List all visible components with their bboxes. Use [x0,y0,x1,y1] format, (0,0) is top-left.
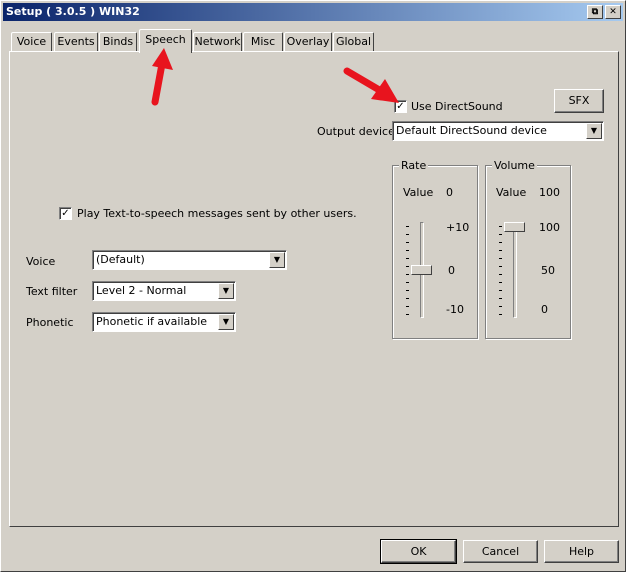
volume-tick-mid-label: 50 [541,264,555,277]
ok-button-label: OK [410,545,427,558]
sfx-button-label: SFX [568,94,590,107]
voice-label: Voice [26,255,56,268]
tab-label: Voice [16,35,47,48]
phonetic-label: Phonetic [26,316,74,329]
tab-label: Global [335,35,372,48]
tab-label: Events [57,35,95,48]
rate-slider-thumb[interactable] [411,265,432,275]
text-filter-value: Level 2 - Normal [96,284,187,297]
close-icon: ✕ [609,7,617,17]
chevron-down-icon[interactable]: ▼ [218,283,234,299]
restore-button[interactable]: ⧉ [587,5,603,19]
close-button[interactable]: ✕ [605,5,621,19]
rate-tick-top-label: +10 [446,221,470,234]
title-bar: Setup ( 3.0.5 ) WIN32 ⧉ ✕ [3,3,623,21]
chevron-down-icon[interactable]: ▼ [269,252,285,268]
help-button[interactable]: Help [544,540,619,563]
volume-tick-bottom-label: 0 [541,303,548,316]
text-filter-select[interactable]: Level 2 - Normal ▼ [92,281,236,301]
volume-value-label: Value [496,186,527,199]
phonetic-value: Phonetic if available [96,315,208,328]
tab-misc[interactable]: Misc [243,32,283,52]
rate-tick-mid-label: 0 [448,264,455,277]
tab-voice[interactable]: Voice [11,32,52,52]
rate-group: Rate Value 0 +10 0 -10 [392,159,478,339]
annotation-arrow-speech [151,48,173,106]
play-tts-checkbox[interactable]: ✓ [59,207,72,220]
tab-label: Speech [145,33,186,46]
volume-group-title: Volume [492,159,537,172]
volume-slider-thumb[interactable] [504,222,525,232]
annotation-arrow-directsound [343,67,399,103]
tab-label: Overlay [286,35,330,48]
tab-label: Misc [250,35,276,48]
ok-button[interactable]: OK [380,539,457,564]
sfx-button[interactable]: SFX [554,89,604,113]
window-title: Setup ( 3.0.5 ) WIN32 [6,5,140,18]
tab-events[interactable]: Events [54,32,98,52]
rate-tick-bottom-label: -10 [446,303,464,316]
setup-window: Setup ( 3.0.5 ) WIN32 ⧉ ✕ Voice Events B… [0,0,626,572]
cancel-button[interactable]: Cancel [463,540,538,563]
tab-overlay[interactable]: Overlay [284,32,332,52]
phonetic-select[interactable]: Phonetic if available ▼ [92,312,236,332]
chevron-down-icon[interactable]: ▼ [586,123,602,139]
cancel-button-label: Cancel [481,545,520,558]
output-device-value: Default DirectSound device [396,124,547,137]
rate-group-title: Rate [399,159,429,172]
voice-select[interactable]: (Default) ▼ [92,250,287,270]
restore-icon: ⧉ [591,7,599,17]
help-button-label: Help [568,545,595,558]
volume-group: Volume Value 100 100 50 0 [485,159,571,339]
chevron-down-icon[interactable]: ▼ [218,314,234,330]
tab-binds[interactable]: Binds [99,32,137,52]
play-tts-label: Play Text-to-speech messages sent by oth… [77,207,357,220]
check-icon: ✓ [61,208,70,219]
speech-tab-panel: ✓ Use DirectSound SFX Output device Defa… [9,51,619,527]
rate-value-label: Value [403,186,434,199]
text-filter-label: Text filter [26,285,78,298]
use-directsound-label: Use DirectSound [411,100,503,113]
volume-tick-top-label: 100 [539,221,560,234]
volume-slider-track[interactable] [513,222,517,318]
tab-label: Binds [102,35,134,48]
voice-value: (Default) [96,253,145,266]
tab-global[interactable]: Global [333,32,374,52]
output-device-select[interactable]: Default DirectSound device ▼ [392,121,604,141]
tab-network[interactable]: Network [193,32,242,52]
tab-label: Network [194,35,241,48]
volume-value: 100 [539,186,560,199]
output-device-label: Output device [317,125,395,138]
rate-value: 0 [446,186,453,199]
